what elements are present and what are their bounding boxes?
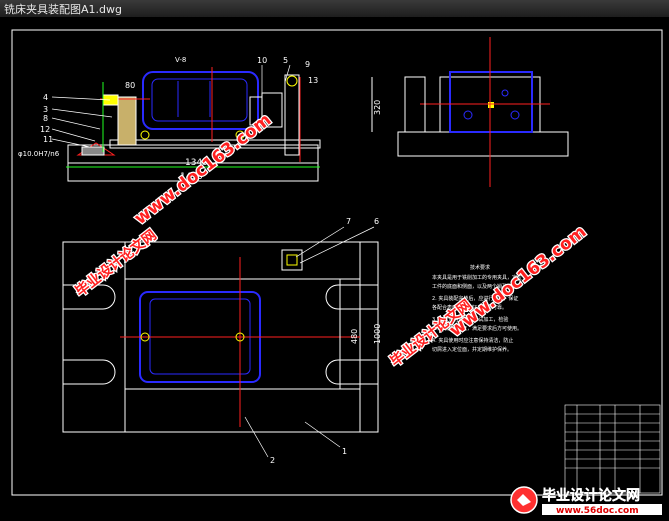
label-80: 80 xyxy=(125,81,135,90)
label-4: 4 xyxy=(43,93,48,102)
note-line-7: 切屑进入定位面，并定期维护保养。 xyxy=(432,346,512,353)
cad-canvas[interactable]: V-8 1340 1450 φ10.0H7/n6 4 80 3 8 12 11 … xyxy=(0,17,669,516)
label-6: 6 xyxy=(374,217,379,226)
window-title: 铣床夹具装配图A1.dwg xyxy=(4,3,122,16)
notes-title: 技术要求 xyxy=(470,264,490,271)
drawing-sheet: V-8 1340 1450 φ10.0H7/n6 4 80 3 8 12 11 … xyxy=(11,29,663,496)
watermark-cn-1: 毕业设计论文网 xyxy=(72,226,160,300)
label-8: 8 xyxy=(43,114,48,123)
watermark-url-1: www.doc163.com xyxy=(131,110,276,229)
note-line-6: 4. 夹具使用时应注意保持清洁，防止 xyxy=(432,337,513,344)
label-11: 11 xyxy=(43,135,53,144)
dim-320: 320 xyxy=(373,100,382,115)
label-2: 2 xyxy=(270,456,275,465)
dim-480: 480 xyxy=(350,329,359,344)
title-block xyxy=(564,404,661,494)
label-9: 9 xyxy=(305,60,310,69)
dim-tag: V-8 xyxy=(175,56,186,64)
top-view-labels: 7 6 2 1 xyxy=(270,217,379,465)
logo-url-text: www.56doc.com xyxy=(556,506,639,516)
label-13: 13 xyxy=(308,76,318,85)
label-7: 7 xyxy=(346,217,351,226)
side-view: 320 xyxy=(371,37,569,187)
front-view: V-8 1340 1450 φ10.0H7/n6 xyxy=(18,56,321,182)
front-view-labels: 4 80 3 8 12 11 10 5 9 13 xyxy=(40,56,318,144)
watermark-url-2: www.doc163.com xyxy=(446,222,591,341)
label-12: 12 xyxy=(40,125,50,134)
logo-cn-text: 毕业设计论文网 xyxy=(542,487,640,504)
label-10: 10 xyxy=(257,56,267,65)
label-1: 1 xyxy=(342,447,347,456)
dim-phi: φ10.0H7/n6 xyxy=(18,150,60,158)
dim-1000: 1000 xyxy=(373,324,382,344)
label-5: 5 xyxy=(283,56,288,65)
label-3: 3 xyxy=(43,105,48,114)
window-titlebar[interactable]: 铣床夹具装配图A1.dwg xyxy=(0,0,669,18)
site-logo: 毕业设计论文网 www.56doc.com xyxy=(508,483,668,517)
